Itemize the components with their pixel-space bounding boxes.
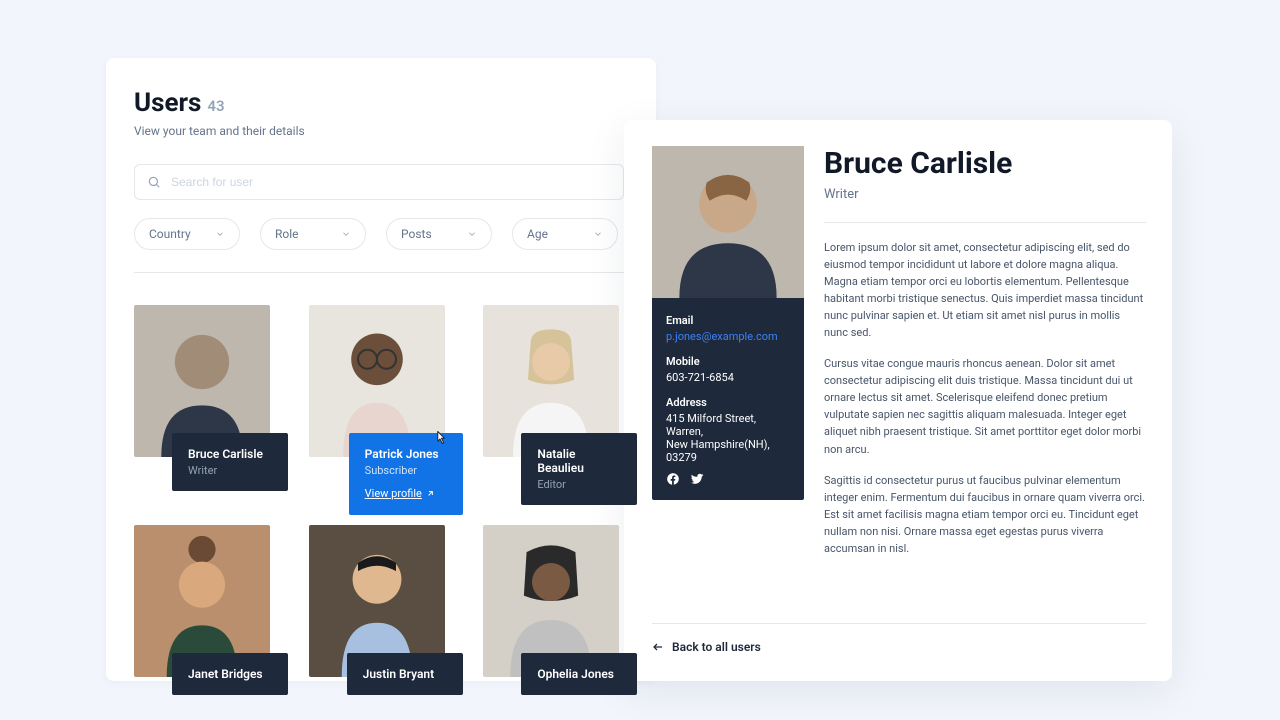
user-caption: Ophelia Jones <box>521 653 637 695</box>
contact-box: Email p.jones@example.com Mobile 603-721… <box>652 298 804 500</box>
detail-para-3: Sagittis id consectetur purus ut faucibu… <box>824 472 1146 557</box>
cursor-pointer-icon <box>431 429 449 449</box>
back-label: Back to all users <box>672 640 761 654</box>
user-name: Natalie Beaulieu <box>537 447 621 475</box>
mobile-value: 603-721-6854 <box>666 371 790 384</box>
user-role: Editor <box>537 478 621 491</box>
twitter-icon[interactable] <box>690 472 704 486</box>
user-name: Justin Bryant <box>363 667 447 681</box>
back-divider <box>652 623 1146 624</box>
facebook-icon[interactable] <box>666 472 680 486</box>
filter-age[interactable]: Age <box>512 218 618 250</box>
user-role: Writer <box>188 464 272 477</box>
arrow-left-icon <box>652 641 664 653</box>
page-title: Users <box>134 88 201 118</box>
view-profile-link[interactable]: View profile <box>365 487 435 500</box>
view-profile-label: View profile <box>365 487 422 500</box>
filter-label: Role <box>275 227 299 241</box>
address-line1: 415 Milford Street, Warren, <box>666 412 790 438</box>
user-card-natalie[interactable]: Natalie Beaulieu Editor <box>483 305 624 457</box>
user-name: Bruce Carlisle <box>188 447 272 461</box>
search-input[interactable] <box>171 175 611 189</box>
user-name: Janet Bridges <box>188 667 272 681</box>
email-value[interactable]: p.jones@example.com <box>666 330 790 343</box>
user-name: Patrick Jones <box>365 447 447 461</box>
user-caption: Justin Bryant <box>347 653 463 695</box>
address-line2: New Hampshire(NH), 03279 <box>666 438 790 464</box>
filter-label: Country <box>149 227 191 241</box>
search-icon <box>147 175 161 189</box>
user-grid: Bruce Carlisle Writer Patrick Jones Subs… <box>134 305 624 677</box>
address-value: 415 Milford Street, Warren, New Hampshir… <box>666 412 790 464</box>
filter-country[interactable]: Country <box>134 218 240 250</box>
user-caption: Natalie Beaulieu Editor <box>521 433 637 505</box>
user-card-patrick[interactable]: Patrick Jones Subscriber View profile <box>309 305 450 457</box>
users-list-panel: Users 43 View your team and their detail… <box>106 58 656 681</box>
address-label: Address <box>666 396 790 409</box>
detail-para-1: Lorem ipsum dolor sit amet, consectetur … <box>824 239 1146 341</box>
user-caption: Janet Bridges <box>172 653 288 695</box>
arrow-up-right-icon <box>426 489 435 498</box>
detail-name: Bruce Carlisle <box>824 146 1146 181</box>
detail-divider <box>824 222 1146 223</box>
user-caption: Bruce Carlisle Writer <box>172 433 288 491</box>
back-to-users-link[interactable]: Back to all users <box>652 640 761 654</box>
filter-label: Posts <box>401 227 432 241</box>
chevron-down-icon <box>467 229 477 239</box>
user-card-ophelia[interactable]: Ophelia Jones <box>483 525 624 677</box>
chevron-down-icon <box>593 229 603 239</box>
search-box[interactable] <box>134 164 624 200</box>
chevron-down-icon <box>215 229 225 239</box>
filter-posts[interactable]: Posts <box>386 218 492 250</box>
page-subtitle: View your team and their details <box>134 124 624 138</box>
user-card-janet[interactable]: Janet Bridges <box>134 525 275 677</box>
chevron-down-icon <box>341 229 351 239</box>
filter-role[interactable]: Role <box>260 218 366 250</box>
detail-avatar <box>652 146 804 298</box>
filter-label: Age <box>527 227 548 241</box>
detail-para-2: Cursus vitae congue mauris rhoncus aenea… <box>824 355 1146 457</box>
detail-role: Writer <box>824 187 1146 202</box>
user-count: 43 <box>207 97 224 115</box>
user-card-justin[interactable]: Justin Bryant <box>309 525 450 677</box>
user-card-bruce[interactable]: Bruce Carlisle Writer <box>134 305 275 457</box>
section-divider <box>134 272 624 273</box>
user-role: Subscriber <box>365 464 447 477</box>
email-label: Email <box>666 314 790 327</box>
user-detail-panel: Email p.jones@example.com Mobile 603-721… <box>624 120 1172 681</box>
user-name: Ophelia Jones <box>537 667 621 681</box>
mobile-label: Mobile <box>666 355 790 368</box>
filters-row: Country Role Posts Age <box>134 218 624 250</box>
